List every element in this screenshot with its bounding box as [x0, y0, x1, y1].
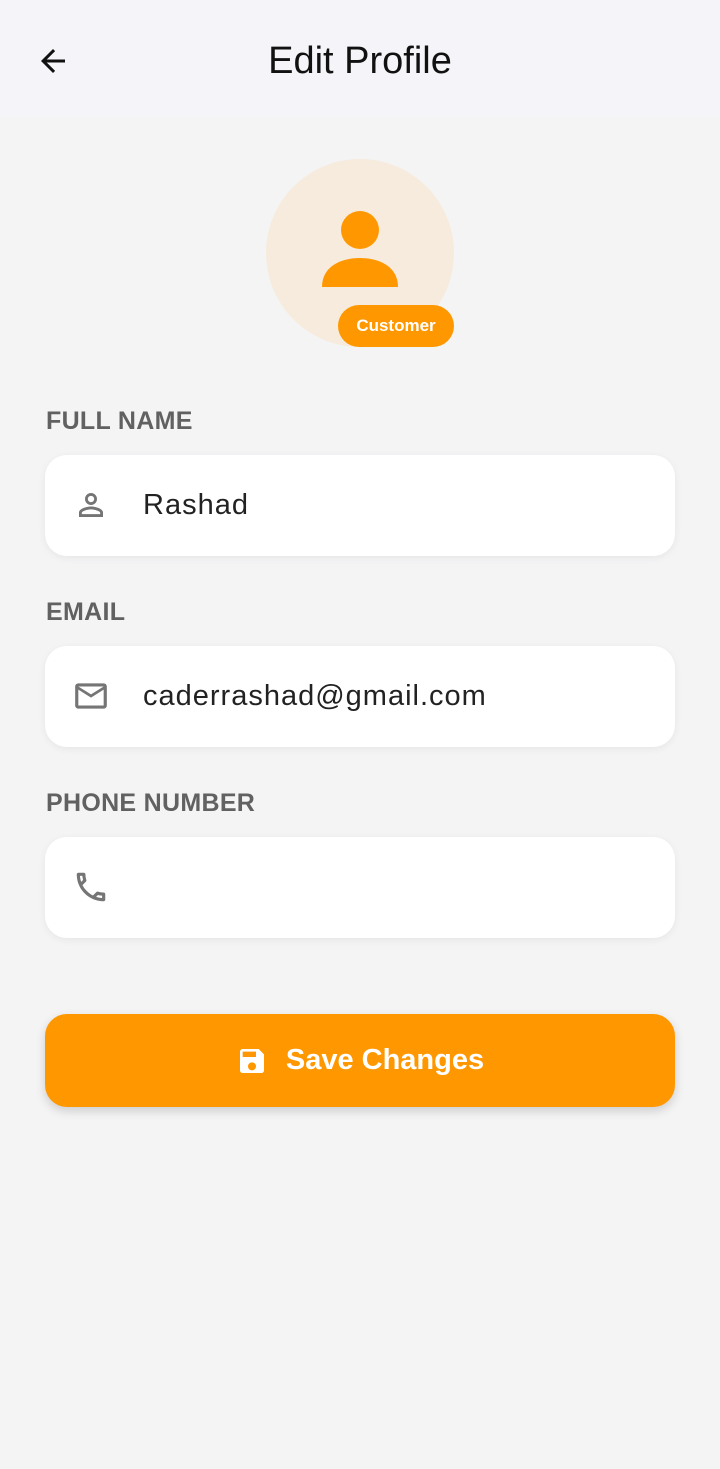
save-button[interactable]: Save Changes: [45, 1014, 675, 1107]
full-name-field[interactable]: Rashad: [45, 455, 675, 556]
app-bar: Edit Profile: [0, 0, 720, 116]
full-name-label: FULL NAME: [46, 407, 193, 435]
email-label: EMAIL: [46, 598, 126, 626]
person-outline-icon: [69, 483, 113, 527]
save-button-label: Save Changes: [285, 1044, 485, 1076]
avatar-section: Customer: [266, 159, 454, 347]
phone-label: PHONE NUMBER: [46, 789, 256, 817]
mail-icon: [69, 674, 113, 718]
email-input[interactable]: caderrashad@gmail.com: [143, 646, 655, 747]
phone-input[interactable]: [143, 837, 655, 938]
phone-field[interactable]: [45, 837, 675, 938]
full-name-input[interactable]: Rashad: [143, 455, 655, 556]
role-badge: Customer: [338, 305, 454, 347]
person-icon: [322, 211, 398, 287]
email-field[interactable]: caderrashad@gmail.com: [45, 646, 675, 747]
page-title: Edit Profile: [268, 40, 452, 82]
save-icon: [236, 1045, 268, 1077]
phone-icon: [69, 865, 113, 909]
